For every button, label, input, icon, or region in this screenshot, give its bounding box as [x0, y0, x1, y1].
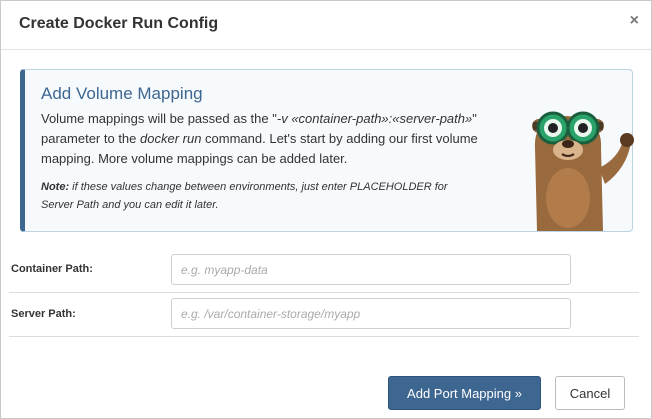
server-path-input[interactable]: [171, 298, 571, 329]
server-path-label: Server Path:: [11, 308, 76, 320]
info-command: docker run: [140, 131, 202, 146]
note-label: Note:: [41, 181, 70, 193]
cancel-button[interactable]: Cancel: [555, 376, 625, 410]
info-description: Volume mappings will be passed as the "-…: [41, 109, 483, 169]
volume-mapping-info-panel: Add Volume Mapping Volume mappings will …: [20, 69, 634, 232]
info-code: -v «container-path»:«server-path»: [276, 111, 473, 126]
dialog-header: Create Docker Run Config ×: [1, 1, 651, 50]
info-text-1: Volume mappings will be passed as the ": [41, 111, 277, 126]
row-divider: [9, 336, 639, 337]
info-note: Note: if these values change between env…: [41, 178, 483, 214]
info-title: Add Volume Mapping: [41, 84, 203, 103]
otter-mascot-icon: [532, 111, 634, 231]
container-path-input[interactable]: [171, 254, 571, 285]
server-path-row: Server Path:: [1, 293, 651, 335]
note-text: if these values change between environme…: [41, 181, 448, 211]
container-path-label: Container Path:: [11, 263, 93, 275]
add-port-mapping-button[interactable]: Add Port Mapping »: [388, 376, 541, 410]
create-docker-run-config-dialog: Create Docker Run Config × Add Volume Ma…: [0, 0, 652, 419]
container-path-row: Container Path:: [1, 249, 651, 291]
close-icon[interactable]: ×: [630, 13, 639, 29]
dialog-title: Create Docker Run Config: [19, 15, 219, 32]
